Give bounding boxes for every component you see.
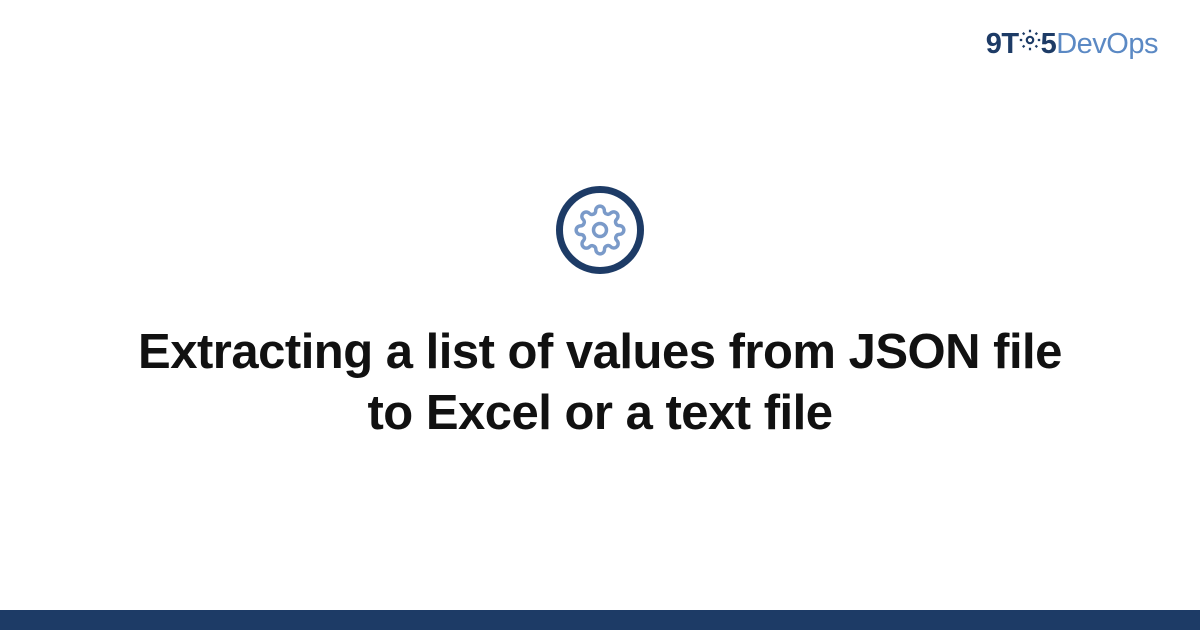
footer-accent-bar [0, 610, 1200, 630]
gear-icon [574, 204, 626, 256]
page-title: Extracting a list of values from JSON fi… [130, 322, 1070, 445]
main-content: Extracting a list of values from JSON fi… [0, 0, 1200, 610]
gear-icon-badge [556, 186, 644, 274]
